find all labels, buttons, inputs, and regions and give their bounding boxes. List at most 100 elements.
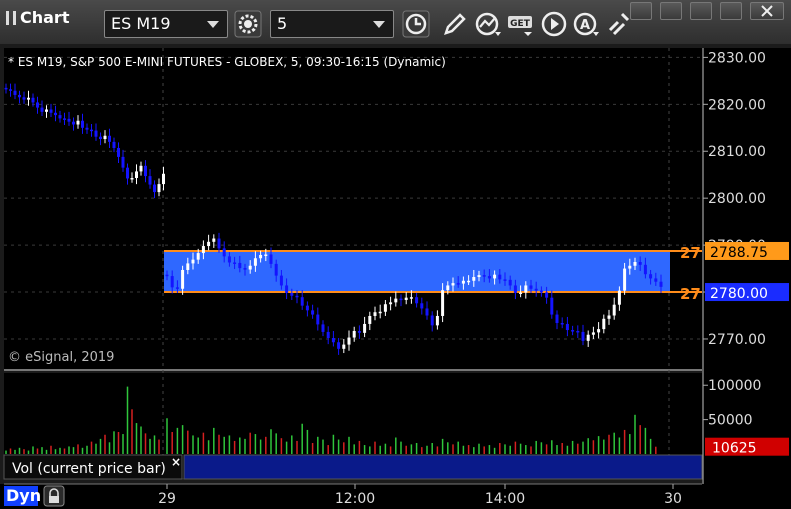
candle-body <box>571 330 575 332</box>
candle-body <box>467 280 471 283</box>
volume-current-label: 10625 <box>712 441 757 457</box>
chevron-down-icon <box>207 21 219 28</box>
candle-body <box>498 274 502 280</box>
candle-body <box>586 334 590 341</box>
candle-body <box>99 136 102 140</box>
candle-body <box>597 329 601 333</box>
candle-body <box>493 274 497 279</box>
price-chart[interactable]: 2727 2830.002820.002810.002800.002790.00… <box>0 44 791 509</box>
interval-select[interactable]: 5 <box>270 10 394 38</box>
pencil-icon[interactable] <box>440 10 468 38</box>
candle-body <box>170 276 174 288</box>
candle-body <box>135 171 138 178</box>
symbol-select[interactable]: ES M19 <box>104 10 228 38</box>
candle-body <box>394 298 398 303</box>
candle-body <box>581 331 585 341</box>
candle-body <box>40 107 44 112</box>
volume-tick-label: 100000 <box>708 378 761 394</box>
candle-body <box>591 332 595 335</box>
candle-body <box>253 258 257 266</box>
candle-body <box>165 274 169 277</box>
candle-body <box>264 254 268 256</box>
candle-body <box>524 285 528 293</box>
alert-icon[interactable]: A <box>572 10 600 38</box>
candle-body <box>425 308 429 316</box>
restore-icon[interactable] <box>630 2 652 20</box>
candle-body <box>90 129 93 132</box>
minimize-icon[interactable] <box>660 2 682 20</box>
svg-text:GET: GET <box>510 19 531 29</box>
close-study-icon[interactable]: × <box>171 455 181 469</box>
candle-body <box>130 177 134 180</box>
candle-body <box>331 338 335 343</box>
candle-body <box>404 297 408 301</box>
candle-body <box>368 315 372 324</box>
candle-body <box>27 97 30 100</box>
candle-body <box>649 274 653 279</box>
y-tick-label: 2830.00 <box>708 50 766 66</box>
candle-body <box>607 315 611 319</box>
volume-study-label: Vol (current price bar) <box>12 461 166 477</box>
study-icon[interactable] <box>474 10 502 38</box>
candle-body <box>409 297 413 299</box>
price-marker-label: 2780.00 <box>710 286 768 302</box>
candle-body <box>519 292 523 295</box>
candle-body <box>22 97 26 100</box>
candle-body <box>472 277 476 281</box>
candle-body <box>623 268 627 291</box>
candle-body <box>576 330 580 333</box>
candle-body <box>633 262 637 266</box>
candle-body <box>389 302 393 305</box>
x-tick-label: 12:00 <box>335 491 375 507</box>
get-icon[interactable]: GET <box>506 10 534 38</box>
candle-body <box>326 331 330 339</box>
candle-body <box>108 135 111 142</box>
gear-icon[interactable] <box>234 10 262 38</box>
candle-body <box>175 287 179 289</box>
candle-body <box>300 297 304 306</box>
candle-body <box>186 263 190 270</box>
candle-body <box>316 314 320 325</box>
price-pane[interactable] <box>4 48 702 369</box>
candle-body <box>420 303 424 309</box>
candle-body <box>545 292 549 298</box>
candle-body <box>31 97 35 103</box>
maximize-icon[interactable] <box>690 2 712 20</box>
candle-body <box>153 184 156 193</box>
candle-body <box>617 290 621 305</box>
link-icon[interactable] <box>604 10 632 38</box>
candle-body <box>539 290 543 293</box>
candle-body <box>196 253 200 260</box>
y-tick-label: 2820.00 <box>708 97 766 113</box>
x-tick-label: 29 <box>158 491 176 507</box>
candle-body <box>638 262 642 265</box>
candle-body <box>441 290 445 316</box>
candle-body <box>9 89 12 91</box>
candle-body <box>45 109 48 112</box>
zone-low-label: 27 <box>680 285 701 303</box>
candle-body <box>103 135 107 140</box>
close-icon[interactable] <box>750 2 784 20</box>
candle-body <box>49 109 53 113</box>
candle-body <box>139 165 143 172</box>
candle-body <box>81 120 84 128</box>
candle-body <box>85 127 89 130</box>
candle-body <box>18 94 21 98</box>
candle-body <box>157 184 161 193</box>
candle-body <box>94 130 98 137</box>
candle-body <box>112 141 116 148</box>
candle-body <box>337 342 341 349</box>
clock-icon[interactable] <box>402 10 430 38</box>
candle-body <box>508 279 512 286</box>
candle-body <box>121 156 125 168</box>
candle-body <box>295 295 299 298</box>
candle-body <box>290 292 294 296</box>
candle-body <box>212 238 216 242</box>
pin-icon[interactable] <box>720 2 742 20</box>
candle-body <box>279 275 283 286</box>
play-icon[interactable] <box>540 10 568 38</box>
candle-body <box>383 304 387 312</box>
candle-body <box>487 276 491 279</box>
candle-body <box>347 337 351 345</box>
candle-body <box>555 314 559 324</box>
